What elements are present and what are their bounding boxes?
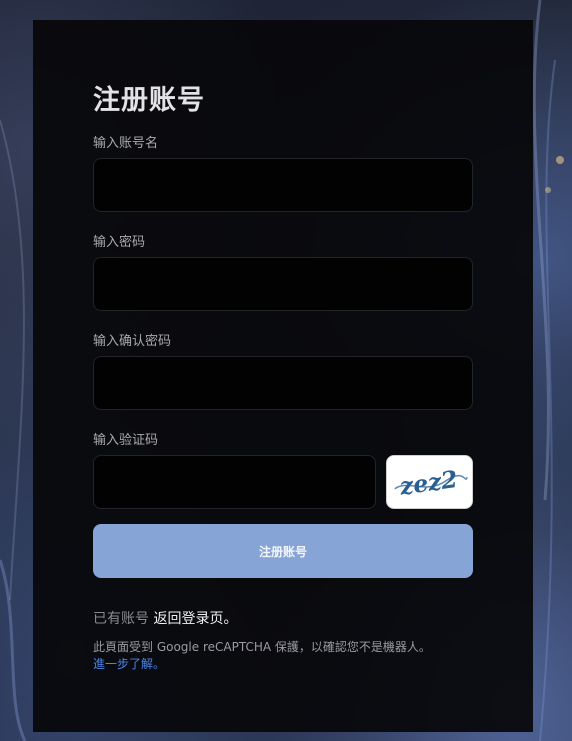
captcha-text: zez2 <box>397 465 459 501</box>
back-to-login-link[interactable]: 返回登录页。 <box>153 611 237 627</box>
confirm-password-label: 输入确认密码 <box>93 334 172 349</box>
username-label: 输入账号名 <box>93 136 159 151</box>
register-panel: 注册账号 输入账号名 输入密码 输入确认密码 输入验证码 zez2 注册账号 已… <box>33 20 533 732</box>
learn-more-link[interactable]: 進一步了解。 <box>93 657 165 671</box>
captcha-label: 输入验证码 <box>93 433 159 448</box>
recaptcha-text: 此頁面受到 Google reCAPTCHA 保護，以確認您不是機器人。 <box>93 640 431 654</box>
register-button[interactable]: 注册账号 <box>93 524 473 578</box>
captcha-input[interactable] <box>93 455 376 509</box>
captcha-icon: zez2 <box>394 465 468 501</box>
page-title: 注册账号 <box>93 85 205 116</box>
recaptcha-notice: 此頁面受到 Google reCAPTCHA 保護，以確認您不是機器人。 進一步… <box>93 639 473 673</box>
password-input[interactable] <box>93 257 473 311</box>
login-prompt: 已有账号 返回登录页。 <box>93 608 237 628</box>
captcha-image[interactable]: zez2 <box>386 455 473 509</box>
have-account-text: 已有账号 <box>93 611 149 627</box>
confirm-password-input[interactable] <box>93 356 473 410</box>
username-input[interactable] <box>93 158 473 212</box>
password-label: 输入密码 <box>93 235 146 250</box>
